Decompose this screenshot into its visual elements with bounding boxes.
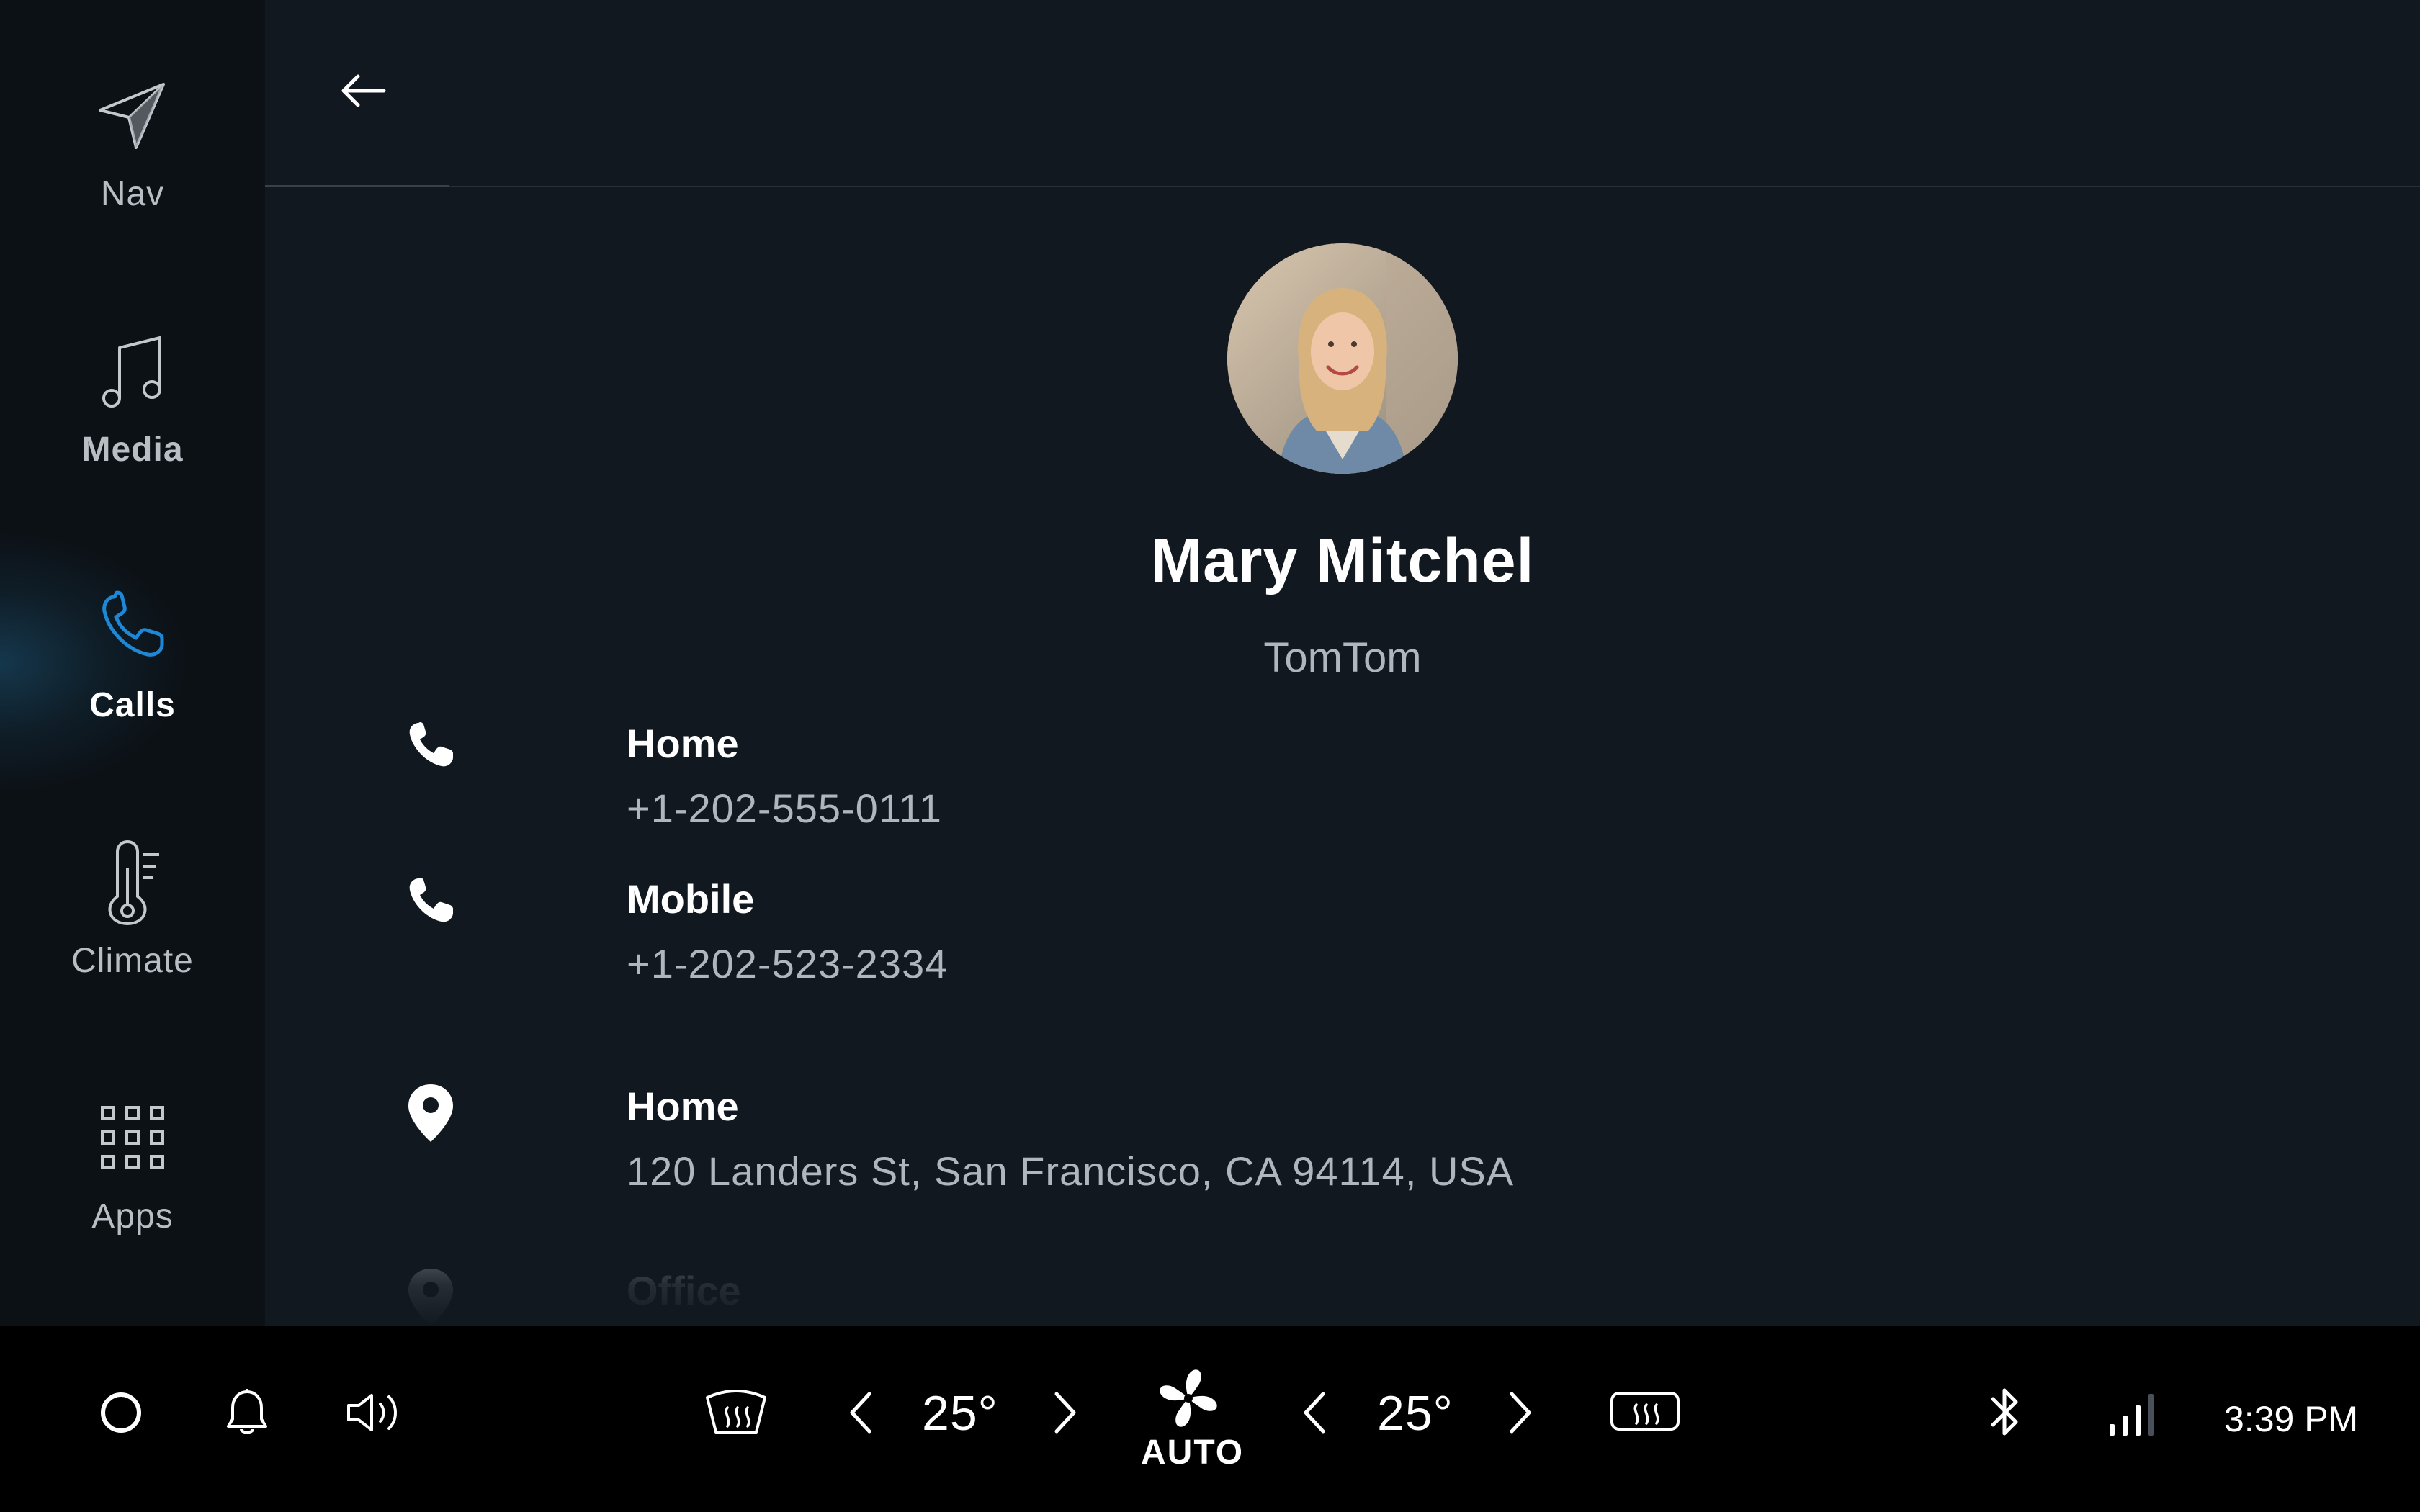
assistant-button[interactable]	[85, 1377, 157, 1449]
phone-icon	[402, 720, 460, 778]
bluetooth-status[interactable]	[1976, 1380, 2034, 1444]
phone-entry-mobile[interactable]: Mobile +1-202-523-2334	[402, 876, 1410, 998]
volume-icon	[347, 1394, 397, 1431]
bluetooth-icon	[1991, 1388, 2018, 1436]
sidebar-item-calls[interactable]: Calls	[0, 583, 265, 799]
left-temperature: 25°	[922, 1386, 998, 1441]
back-button[interactable]	[328, 56, 398, 125]
music-note-icon	[93, 328, 172, 414]
sidebar-item-label: Climate	[71, 942, 194, 980]
top-bar	[265, 0, 2420, 187]
windshield-defrost-icon	[706, 1390, 766, 1434]
sidebar-item-label: Calls	[89, 686, 176, 724]
sidebar-item-label: Media	[81, 431, 184, 469]
contact-details-panel: Mary Mitchel TomTom Home +1-202-555-0111…	[265, 0, 2420, 1326]
contact-name: Mary Mitchel	[1150, 526, 1535, 595]
volume-button[interactable]	[339, 1377, 411, 1449]
chevron-right-icon	[1510, 1392, 1531, 1434]
thermometer-icon	[93, 839, 172, 925]
address-entry-home[interactable]: Home 120 Landers St, San Francisco, CA 9…	[402, 1083, 1554, 1205]
sidebar-item-apps[interactable]: Apps	[0, 1094, 265, 1310]
phone-icon	[93, 583, 172, 670]
phone-label: Home	[627, 721, 739, 766]
left-temp-decrease-button[interactable]	[835, 1384, 886, 1441]
clock: 3:39 PM	[2224, 1399, 2359, 1439]
navigation-arrow-icon	[93, 72, 172, 158]
arrow-left-icon	[341, 74, 386, 107]
right-temp-increase-button[interactable]	[1495, 1384, 1546, 1441]
address-label: Home	[627, 1084, 739, 1129]
address-value: 120 Landers St, San Francisco, CA 94114,…	[627, 1148, 1515, 1194]
contact-company: TomTom	[1263, 634, 1422, 681]
sidebar: Nav Media Calls Climate Apps	[0, 0, 265, 1326]
bottom-bar: 25° AUTO 25° 3:39 PM	[0, 1326, 2420, 1512]
chevron-left-icon	[1304, 1392, 1325, 1434]
left-temp-increase-button[interactable]	[1040, 1384, 1090, 1441]
chevron-left-icon	[850, 1392, 871, 1434]
phone-label: Mobile	[627, 876, 755, 922]
avatar	[1227, 243, 1458, 474]
chevron-right-icon	[1054, 1392, 1076, 1434]
phone-icon	[402, 876, 460, 933]
sidebar-item-nav[interactable]: Nav	[0, 72, 265, 288]
sidebar-item-climate[interactable]: Climate	[0, 839, 265, 1055]
sidebar-item-label: Nav	[100, 175, 165, 213]
location-pin-icon	[402, 1083, 460, 1142]
phone-entry-home[interactable]: Home +1-202-555-0111	[402, 720, 1410, 842]
sidebar-item-label: Apps	[91, 1197, 174, 1236]
location-pin-icon	[402, 1267, 460, 1326]
fan-auto-button[interactable]	[1148, 1362, 1229, 1434]
fan-mode-label: AUTO	[1141, 1434, 1245, 1472]
assistant-circle-icon	[101, 1392, 141, 1433]
fan-icon	[1160, 1369, 1217, 1427]
phone-number: +1-202-523-2334	[627, 941, 949, 986]
bell-icon	[227, 1389, 267, 1434]
notifications-button[interactable]	[211, 1377, 283, 1449]
right-temperature: 25°	[1377, 1386, 1453, 1441]
address-label: Office	[627, 1268, 741, 1313]
sidebar-item-media[interactable]: Media	[0, 328, 265, 544]
front-defrost-button[interactable]	[694, 1377, 778, 1449]
address-entry-office[interactable]: Office	[402, 1267, 1554, 1326]
rear-window-defrost-icon	[1610, 1392, 1680, 1431]
top-bar-divider-accent	[265, 185, 449, 187]
signal-status	[2100, 1380, 2165, 1444]
grid-icon	[93, 1094, 172, 1181]
phone-number: +1-202-555-0111	[627, 786, 942, 831]
right-temp-decrease-button[interactable]	[1289, 1384, 1340, 1441]
signal-strength-icon	[2110, 1394, 2154, 1436]
rear-defrost-button[interactable]	[1603, 1377, 1687, 1449]
